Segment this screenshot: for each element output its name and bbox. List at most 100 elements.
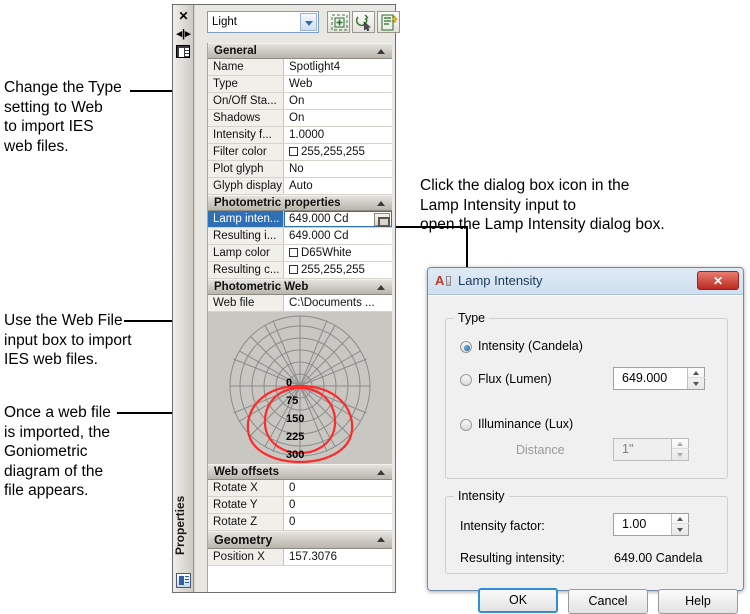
palette-vertical-label: Properties	[173, 495, 187, 555]
auto-hide-icon[interactable]: ◂|▸	[176, 27, 191, 41]
color-swatch-icon	[289, 147, 298, 156]
property-value[interactable]: Auto	[284, 178, 392, 194]
flux-value-input[interactable]: 649.000	[613, 367, 705, 390]
close-icon[interactable]: ✕	[176, 9, 191, 23]
table-row[interactable]: Rotate Y 0	[208, 497, 392, 514]
property-value[interactable]: 0	[284, 514, 392, 530]
flux-value-text: 649.000	[622, 371, 668, 385]
distance-label: Distance	[516, 443, 565, 457]
section-title: Photometric Web	[214, 281, 309, 293]
spinner-up-icon	[672, 439, 689, 449]
property-value[interactable]: 649.000 Cd	[284, 211, 392, 227]
radio-intensity-candela[interactable]: Intensity (Candela)	[460, 339, 583, 353]
autocad-icon: A	[435, 273, 452, 289]
property-value[interactable]: D65White	[284, 245, 392, 261]
chevron-up-icon[interactable]	[377, 537, 385, 542]
radio-label: Intensity (Candela)	[478, 339, 583, 353]
section-header-geometry[interactable]: Geometry	[208, 531, 392, 549]
section-header-photometric-web[interactable]: Photometric Web	[208, 279, 392, 295]
table-row[interactable]: Glyph display Auto	[208, 178, 392, 195]
property-key: Type	[208, 76, 284, 92]
table-row[interactable]: Intensity f... 1.0000	[208, 127, 392, 144]
dialog-titlebar[interactable]: A Lamp Intensity ✕	[428, 268, 743, 295]
table-row[interactable]: Lamp color D65White	[208, 245, 392, 262]
select-objects-button[interactable]	[352, 11, 375, 33]
color-swatch-icon	[289, 265, 298, 274]
annotation-dialog-icon: Click the dialog box icon in the Lamp In…	[420, 177, 665, 233]
property-value[interactable]: On	[284, 93, 392, 109]
table-row[interactable]: Plot glyph No	[208, 161, 392, 178]
section-title: General	[214, 45, 257, 57]
intensity-group-label: Intensity	[454, 489, 509, 503]
spinner-up-icon[interactable]	[672, 514, 689, 524]
spinner-up-icon[interactable]	[688, 368, 705, 378]
intensity-factor-input[interactable]: 1.00	[613, 513, 689, 536]
help-button[interactable]: Help	[658, 589, 738, 614]
property-key: Rotate X	[208, 480, 284, 496]
object-type-select[interactable]: Light	[207, 11, 319, 33]
table-row[interactable]: Shadows On	[208, 110, 392, 127]
quick-select-icon	[331, 14, 348, 31]
chevron-up-icon[interactable]	[377, 49, 385, 54]
chevron-up-icon[interactable]	[377, 285, 385, 290]
intensity-factor-value: 1.00	[622, 517, 647, 531]
property-key: Shadows	[208, 110, 284, 126]
property-value[interactable]: Web	[284, 76, 392, 92]
property-value[interactable]: 255,255,255	[284, 144, 392, 160]
chevron-up-icon[interactable]	[377, 201, 385, 206]
radio-dot-icon	[460, 419, 472, 431]
web-file-input[interactable]: C:\Documents ...	[284, 295, 392, 311]
property-value[interactable]: 649.000 Cd	[284, 228, 392, 244]
table-row[interactable]: Filter color 255,255,255	[208, 144, 392, 161]
property-value[interactable]: 1.0000	[284, 127, 392, 143]
spinner-down-icon[interactable]	[688, 379, 705, 389]
chevron-down-icon[interactable]	[300, 13, 317, 31]
property-value-text: 649.000 Cd	[289, 213, 349, 225]
radio-label: Illuminance (Lux)	[478, 417, 574, 431]
property-value[interactable]: Spotlight4	[284, 59, 392, 75]
table-row[interactable]: Position X 157.3076	[208, 549, 392, 566]
ok-button[interactable]: OK	[478, 588, 558, 613]
panel-menu-icon[interactable]	[176, 45, 190, 58]
table-row[interactable]: Resulting c... 255,255,255	[208, 262, 392, 279]
property-value[interactable]: On	[284, 110, 392, 126]
spinner-buttons[interactable]	[687, 368, 705, 389]
property-value[interactable]: 0	[284, 480, 392, 496]
cancel-button[interactable]: Cancel	[568, 589, 648, 614]
type-group-label: Type	[454, 311, 490, 325]
property-key: Lamp inten...	[208, 211, 284, 227]
property-value[interactable]: 0	[284, 497, 392, 513]
section-header-web-offsets[interactable]: Web offsets	[208, 464, 392, 480]
table-row-web-file[interactable]: Web file C:\Documents ...	[208, 295, 392, 312]
table-row[interactable]: On/Off Sta... On	[208, 93, 392, 110]
property-key: Filter color	[208, 144, 284, 160]
radio-illuminance-lux[interactable]: Illuminance (Lux)	[460, 417, 573, 431]
section-header-photometric-properties[interactable]: Photometric properties	[208, 195, 392, 211]
table-row[interactable]: Resulting i... 649.000 Cd	[208, 228, 392, 245]
quick-select-button[interactable]	[327, 11, 350, 33]
chevron-up-icon[interactable]	[377, 470, 385, 475]
spinner-down-icon[interactable]	[672, 525, 689, 535]
property-value-text: D65White	[301, 247, 352, 259]
table-row[interactable]: Name Spotlight4	[208, 59, 392, 76]
table-row-lamp-intensity[interactable]: Lamp inten... 649.000 Cd	[208, 211, 392, 228]
property-value[interactable]: No	[284, 161, 392, 177]
property-value[interactable]: 157.3076	[284, 549, 392, 565]
gonio-axis-label: 300	[286, 449, 305, 461]
section-title: Geometry	[214, 533, 273, 547]
lamp-intensity-dialog-button[interactable]	[374, 213, 390, 227]
spinner-buttons[interactable]	[671, 514, 689, 535]
table-row[interactable]: Rotate X 0	[208, 480, 392, 497]
annotation-goniometric: Once a web file is imported, the Goniome…	[4, 404, 111, 499]
section-header-general[interactable]: General	[208, 43, 392, 59]
radio-flux-lumen[interactable]: Flux (Lumen)	[460, 372, 552, 386]
close-icon[interactable]: ✕	[697, 271, 739, 290]
quick-properties-button[interactable]	[377, 11, 400, 33]
property-grid: General Name Spotlight4 Type Web On/Off …	[207, 43, 392, 592]
property-key: Resulting c...	[208, 262, 284, 278]
property-value[interactable]: 255,255,255	[284, 262, 392, 278]
table-row[interactable]: Rotate Z 0	[208, 514, 392, 531]
table-row[interactable]: Type Web	[208, 76, 392, 93]
resulting-intensity-value: 649.00 Candela	[614, 551, 703, 565]
properties-panel-icon[interactable]	[176, 573, 191, 588]
